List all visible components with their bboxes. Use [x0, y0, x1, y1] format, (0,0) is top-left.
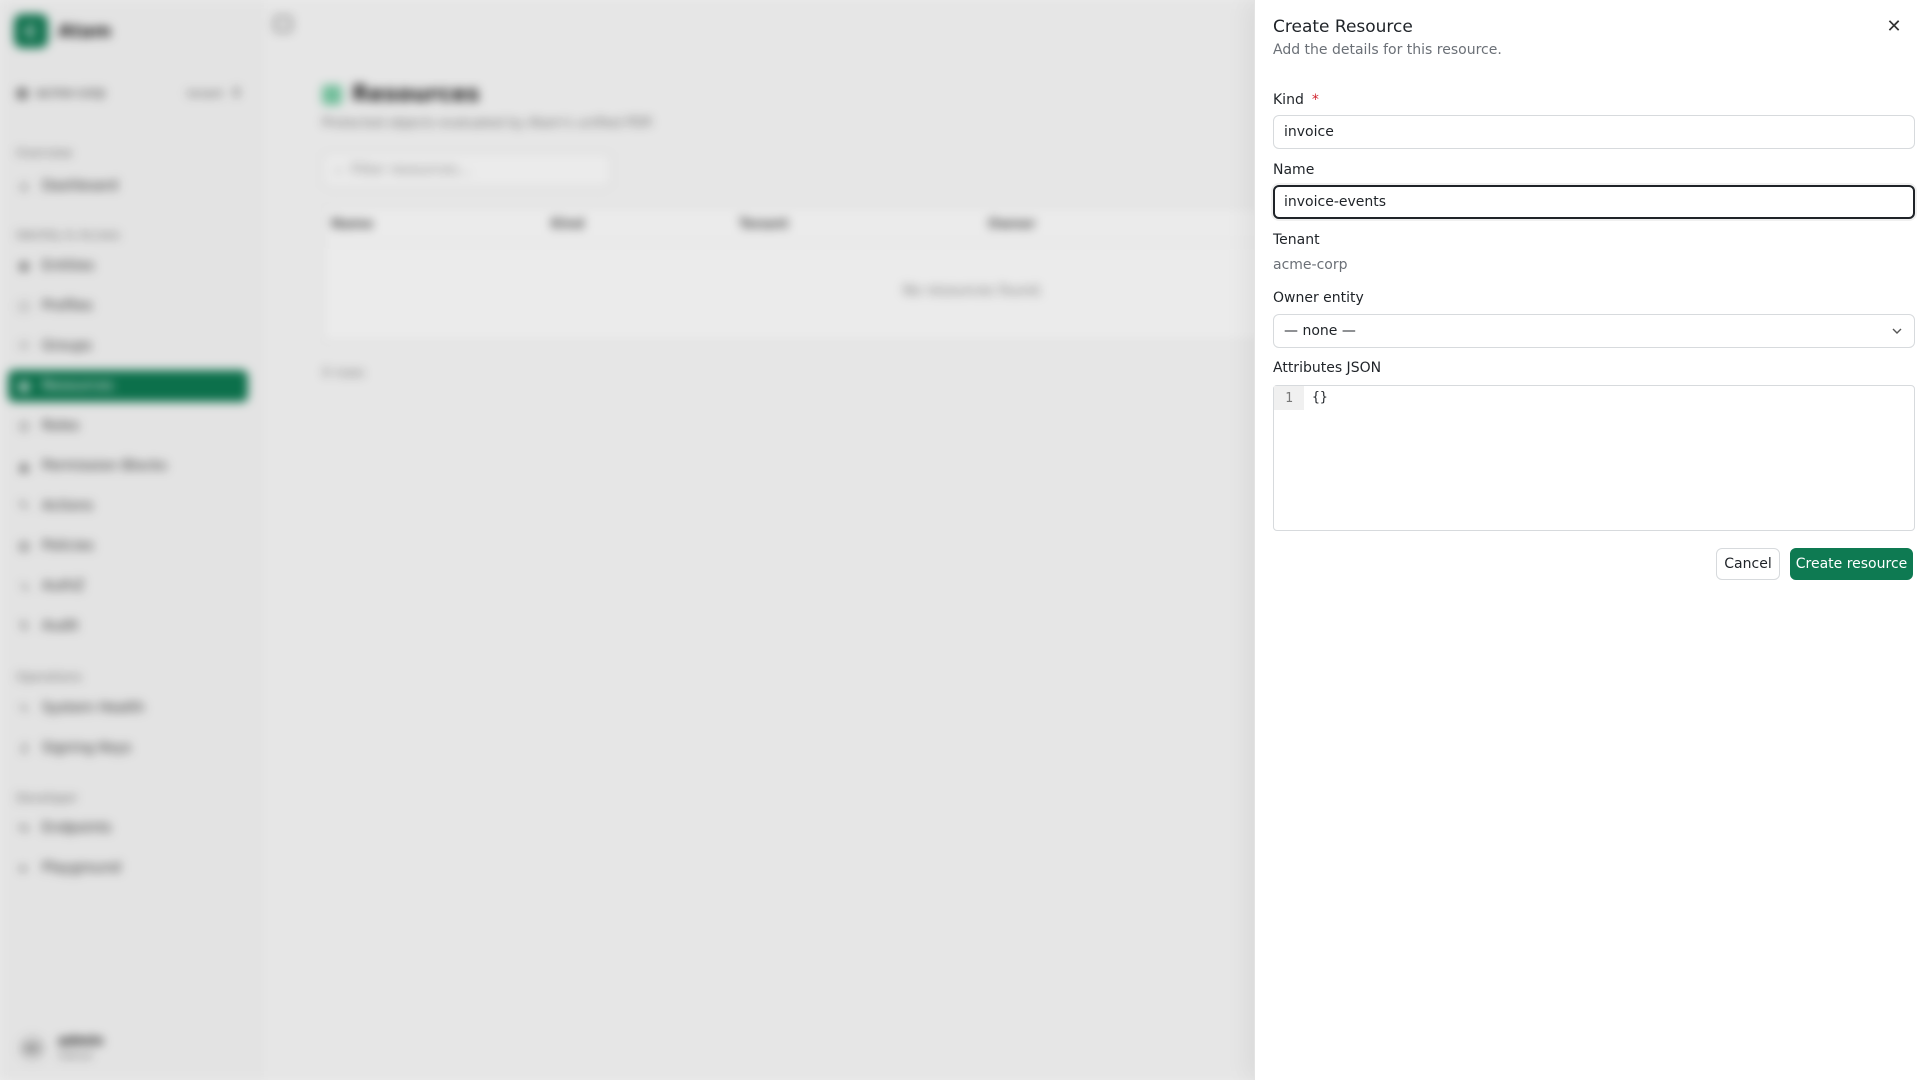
close-button[interactable]: ✕	[1882, 14, 1906, 38]
attributes-json-editor[interactable]: 1 {}	[1273, 385, 1915, 531]
cancel-button[interactable]: Cancel	[1716, 548, 1780, 580]
kind-input[interactable]	[1273, 115, 1915, 149]
line-number: 1	[1274, 386, 1304, 410]
tenant-value: acme-corp	[1273, 257, 1348, 273]
name-label: Name	[1273, 162, 1315, 178]
chevron-down-icon	[1890, 324, 1904, 338]
tenant-label: Tenant	[1273, 232, 1320, 248]
drawer-description: Add the details for this resource.	[1273, 42, 1502, 58]
code-line: {}	[1312, 390, 1328, 405]
owner-entity-select[interactable]: — none —	[1273, 314, 1915, 348]
owner-entity-value: — none —	[1284, 323, 1356, 339]
owner-entity-label: Owner entity	[1273, 290, 1364, 306]
kind-label: Kind *	[1273, 92, 1319, 108]
close-icon: ✕	[1886, 15, 1902, 37]
attributes-json-label: Attributes JSON	[1273, 360, 1382, 376]
kind-label-text: Kind	[1273, 92, 1304, 108]
drawer-title: Create Resource	[1273, 17, 1413, 37]
required-marker: *	[1311, 92, 1319, 108]
create-resource-drawer: Create Resource Add the details for this…	[1254, 0, 1920, 1080]
create-resource-button[interactable]: Create resource	[1790, 548, 1913, 580]
name-input[interactable]	[1273, 185, 1915, 219]
